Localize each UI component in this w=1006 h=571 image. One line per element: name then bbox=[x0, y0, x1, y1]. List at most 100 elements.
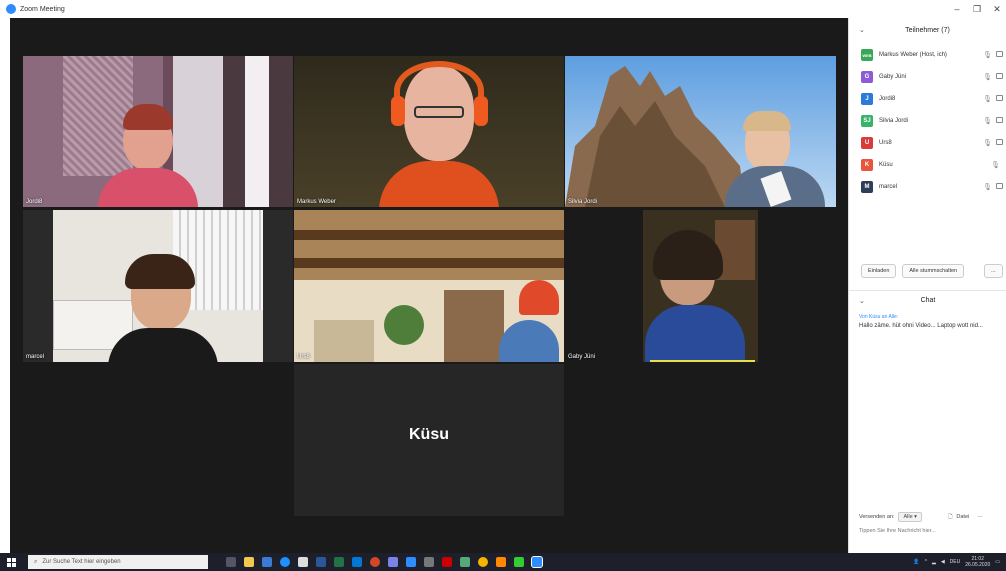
video-tile-silvia-jordi[interactable]: Silvia Jordi bbox=[565, 56, 836, 207]
participant-row[interactable]: SJ Silvia Jordi 🎙 bbox=[849, 110, 1006, 132]
system-tray: 👤 ^ ▂ ◀ DEU 21:02 26.05.2020 ▭ bbox=[913, 553, 1000, 571]
app-icon[interactable] bbox=[514, 557, 524, 567]
volume-icon[interactable]: ◀ bbox=[941, 559, 945, 565]
tile-name: Silvia Jordi bbox=[568, 199, 598, 205]
tile-no-video-name: Küsu bbox=[409, 426, 449, 443]
chevron-down-icon[interactable]: ⌄ bbox=[859, 297, 865, 305]
chat-input[interactable] bbox=[859, 528, 999, 534]
participant-name: Markus Weber (Host, ich) bbox=[879, 52, 947, 58]
participant-name: Küsu bbox=[879, 162, 893, 168]
microphone-icon[interactable]: 🎙 bbox=[983, 95, 992, 103]
network-icon[interactable]: ▂ bbox=[932, 559, 936, 565]
video-tile-jordi8[interactable]: Jordi8 bbox=[23, 56, 293, 207]
video-tile-gaby-jueni[interactable]: Gaby Jüni bbox=[565, 210, 836, 362]
clock[interactable]: 21:02 26.05.2020 bbox=[965, 556, 990, 568]
tile-name: Jordi8 bbox=[26, 199, 43, 205]
microphone-icon[interactable]: 🎙 bbox=[991, 161, 1000, 169]
minimize-icon[interactable]: – bbox=[950, 2, 964, 16]
microphone-icon[interactable]: 🎙 bbox=[983, 117, 992, 125]
zoom-icon[interactable] bbox=[531, 556, 543, 568]
file-explorer-icon[interactable] bbox=[244, 557, 254, 567]
avatar: J bbox=[861, 93, 873, 105]
chat-more-icon[interactable]: ··· bbox=[977, 514, 983, 520]
video-tile-urs8[interactable]: Urs8 bbox=[294, 210, 564, 362]
chat-message: Von Küsu an Alle: Hallo zäme. hüt ohni V… bbox=[859, 314, 1004, 330]
camera-icon[interactable] bbox=[996, 95, 1003, 101]
microphone-icon[interactable]: 🎙 bbox=[983, 139, 992, 147]
participant-row[interactable]: WEB Markus Weber (Host, ich) 🎙 bbox=[849, 44, 1006, 66]
avatar: WEB bbox=[861, 49, 873, 61]
video-tile-kuesu[interactable]: Küsu bbox=[294, 364, 564, 516]
store-icon[interactable] bbox=[298, 557, 308, 567]
search-placeholder: Zur Suche Text hier eingeben bbox=[42, 559, 121, 565]
taskbar-apps bbox=[226, 556, 543, 568]
microphone-icon[interactable]: 🎙 bbox=[983, 51, 992, 59]
participants-list: WEB Markus Weber (Host, ich) 🎙 G Gaby Jü… bbox=[849, 44, 1006, 198]
app-icon[interactable] bbox=[424, 557, 434, 567]
tile-name: Urs8 bbox=[297, 354, 310, 360]
app-icon[interactable] bbox=[496, 557, 506, 567]
app-icon[interactable] bbox=[262, 557, 272, 567]
notifications-icon[interactable]: ▭ bbox=[995, 559, 1000, 565]
send-to-value: Alle bbox=[903, 514, 913, 520]
chrome-icon[interactable] bbox=[478, 557, 488, 567]
participants-panel: ⌄ Teilnehmer (7) WEB Markus Weber (Host,… bbox=[848, 18, 1006, 553]
search-icon: ⌕ bbox=[34, 558, 38, 565]
windows-start-icon[interactable] bbox=[0, 553, 22, 571]
avatar: SJ bbox=[861, 115, 873, 127]
participant-name: marcel bbox=[879, 184, 898, 190]
microphone-icon[interactable]: 🎙 bbox=[983, 183, 992, 191]
send-to-label: Versenden an: bbox=[859, 514, 895, 520]
file-button[interactable]: Datei bbox=[956, 514, 969, 520]
send-to-select[interactable]: Alle ▾ bbox=[898, 512, 922, 522]
camera-icon[interactable] bbox=[996, 139, 1003, 145]
send-to-row: Versenden an: Alle ▾ 🗋 Datei ··· bbox=[859, 512, 1004, 522]
maximize-icon[interactable]: ❐ bbox=[970, 2, 984, 16]
chat-title: Chat bbox=[920, 297, 936, 304]
zoom-logo-icon bbox=[6, 4, 16, 14]
tile-name: Gaby Jüni bbox=[568, 354, 596, 360]
invite-button[interactable]: Einladen bbox=[861, 264, 897, 278]
title-bar: Zoom Meeting – ❐ ✕ bbox=[0, 0, 1006, 18]
outlook-icon[interactable] bbox=[352, 557, 362, 567]
mute-all-button[interactable]: Alle stummschalten bbox=[902, 264, 965, 278]
video-tile-markus-weber[interactable]: Markus Weber bbox=[294, 56, 564, 207]
participant-row[interactable]: M marcel 🎙 bbox=[849, 176, 1006, 198]
app-icon[interactable] bbox=[406, 557, 416, 567]
avatar: M bbox=[861, 181, 873, 193]
participant-row[interactable]: K Küsu 🎙 bbox=[849, 154, 1006, 176]
app-icon[interactable] bbox=[460, 557, 470, 567]
camera-icon[interactable] bbox=[996, 73, 1003, 79]
word-icon[interactable] bbox=[316, 557, 326, 567]
avatar: U bbox=[861, 137, 873, 149]
participant-name: Urs8 bbox=[879, 140, 892, 146]
camera-icon[interactable] bbox=[996, 51, 1003, 57]
task-view-icon[interactable] bbox=[226, 557, 236, 567]
chevron-up-icon[interactable]: ^ bbox=[925, 559, 927, 565]
window-title: Zoom Meeting bbox=[20, 5, 65, 13]
excel-icon[interactable] bbox=[334, 557, 344, 567]
taskbar-search[interactable]: ⌕ Zur Suche Text hier eingeben bbox=[28, 555, 208, 569]
participant-row[interactable]: U Urs8 🎙 bbox=[849, 132, 1006, 154]
camera-icon[interactable] bbox=[996, 183, 1003, 189]
app-icon[interactable] bbox=[388, 557, 398, 567]
more-button[interactable]: ... bbox=[984, 264, 1003, 278]
participant-row[interactable]: J Jordi8 🎙 bbox=[849, 88, 1006, 110]
participant-row[interactable]: G Gaby Jüni 🎙 bbox=[849, 66, 1006, 88]
avatar: G bbox=[861, 71, 873, 83]
file-icon[interactable]: 🗋 bbox=[948, 513, 952, 522]
language-label[interactable]: DEU bbox=[950, 559, 961, 565]
chevron-down-icon[interactable]: ⌄ bbox=[859, 26, 865, 34]
chat-sender: Von Küsu an Alle: bbox=[859, 314, 899, 320]
video-tile-marcel[interactable]: marcel bbox=[23, 210, 293, 362]
video-gallery: Jordi8 Markus Weber Silvia Jordi marcel bbox=[10, 18, 848, 553]
edge-icon[interactable] bbox=[280, 557, 290, 567]
people-icon[interactable]: 👤 bbox=[913, 559, 919, 565]
microphone-icon[interactable]: 🎙 bbox=[983, 73, 992, 81]
pdf-icon[interactable] bbox=[442, 557, 452, 567]
camera-icon[interactable] bbox=[996, 117, 1003, 123]
app-icon[interactable] bbox=[370, 557, 380, 567]
tile-name: Markus Weber bbox=[297, 199, 336, 205]
close-icon[interactable]: ✕ bbox=[990, 2, 1004, 16]
taskbar: ⌕ Zur Suche Text hier eingeben 👤 ^ ▂ ◀ D… bbox=[0, 553, 1006, 571]
